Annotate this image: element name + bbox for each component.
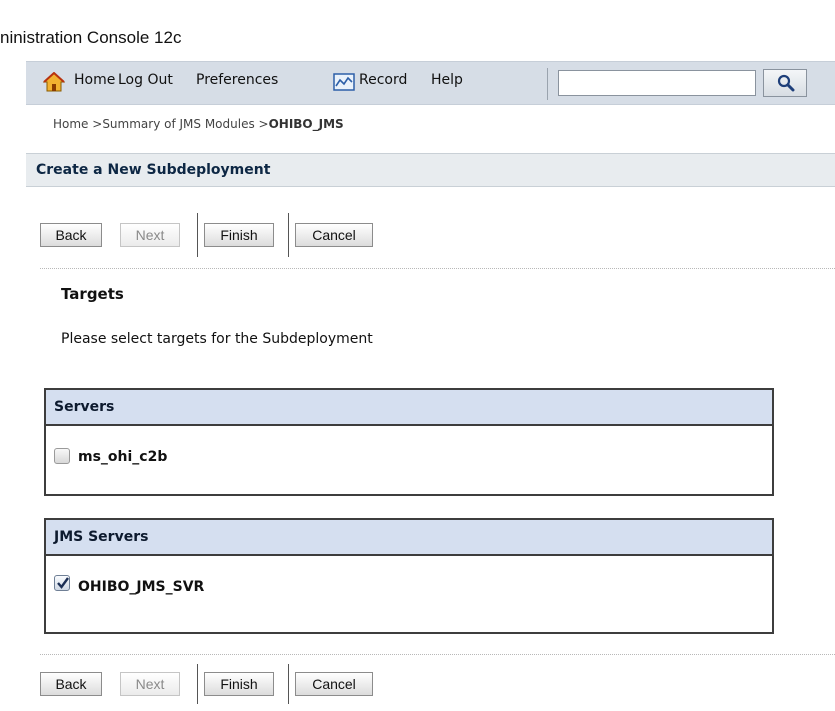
- next-button[interactable]: Next: [120, 672, 180, 696]
- magnifier-icon: [777, 74, 795, 96]
- preferences-link[interactable]: Preferences: [196, 72, 278, 88]
- section-instructions: Please select targets for the Subdeploym…: [61, 331, 373, 347]
- breadcrumb-item-jms-modules[interactable]: Summary of JMS Modules >: [102, 117, 268, 131]
- search-button[interactable]: [763, 69, 807, 97]
- record-icon[interactable]: [333, 72, 355, 96]
- divider: [40, 268, 835, 269]
- finish-button[interactable]: Finish: [204, 223, 274, 247]
- search-input[interactable]: [558, 70, 756, 96]
- logout-link[interactable]: Log Out: [118, 72, 173, 88]
- breadcrumb-item-home[interactable]: Home >: [53, 117, 102, 131]
- cancel-button[interactable]: Cancel: [295, 672, 373, 696]
- back-button[interactable]: Back: [40, 672, 102, 696]
- jms-servers-table: JMS Servers OHIBO_JMS_SVR: [44, 518, 774, 634]
- button-divider: [197, 664, 198, 704]
- toolbar-divider: [547, 68, 548, 100]
- button-divider: [288, 664, 289, 704]
- section-heading: Targets: [61, 285, 124, 303]
- checkbox-ohibo-jms-svr[interactable]: [54, 575, 70, 591]
- table-row: ms_ohi_c2b: [46, 426, 772, 490]
- app-title: ninistration Console 12c: [0, 28, 182, 47]
- divider: [40, 654, 835, 655]
- toolbar: Home Log Out Preferences Record Help: [26, 61, 835, 105]
- breadcrumb-current: OHIBO_JMS: [268, 117, 344, 131]
- help-link[interactable]: Help: [431, 72, 463, 88]
- finish-button[interactable]: Finish: [204, 672, 274, 696]
- table-row: OHIBO_JMS_SVR: [46, 556, 772, 620]
- checkmark-icon: [57, 577, 69, 589]
- table-header: JMS Servers: [46, 520, 772, 556]
- breadcrumb: Home >Summary of JMS Modules >OHIBO_JMS: [53, 117, 344, 131]
- row-label: OHIBO_JMS_SVR: [78, 579, 205, 595]
- checkbox-ms-ohi-c2b[interactable]: [54, 448, 70, 464]
- cancel-button[interactable]: Cancel: [295, 223, 373, 247]
- home-icon[interactable]: [42, 71, 66, 96]
- button-divider: [288, 213, 289, 257]
- panel-title: Create a New Subdeployment: [26, 153, 835, 187]
- home-link[interactable]: Home: [74, 72, 115, 88]
- row-label: ms_ohi_c2b: [78, 449, 168, 465]
- servers-table: Servers ms_ohi_c2b: [44, 388, 774, 496]
- back-button[interactable]: Back: [40, 223, 102, 247]
- button-divider: [197, 213, 198, 257]
- table-header: Servers: [46, 390, 772, 426]
- record-link[interactable]: Record: [359, 72, 407, 88]
- next-button[interactable]: Next: [120, 223, 180, 247]
